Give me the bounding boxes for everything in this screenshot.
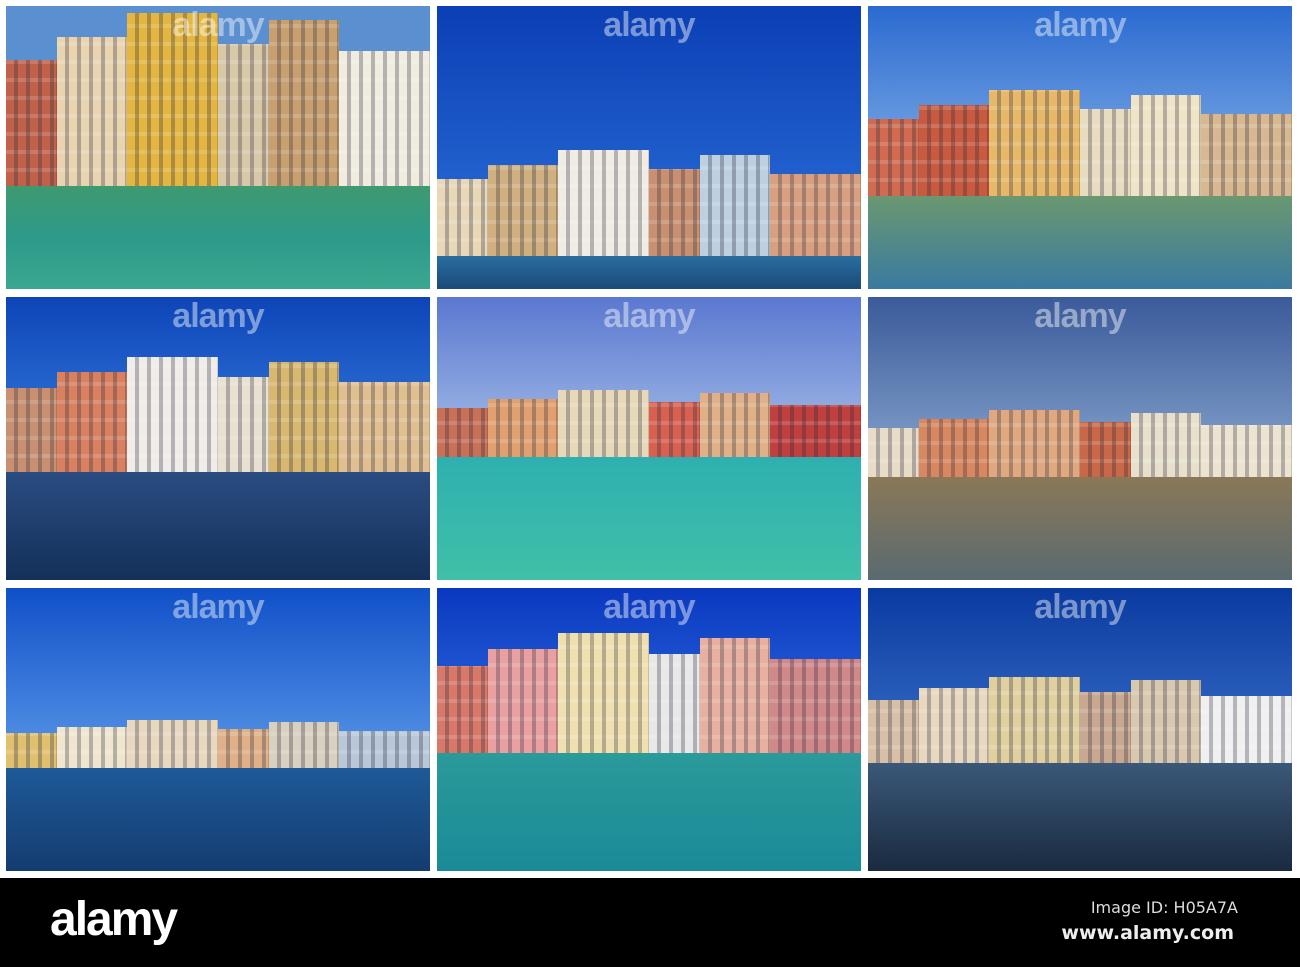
building (770, 659, 861, 753)
buildings (6, 718, 430, 768)
building (6, 60, 57, 186)
venice-photo-8: alamy (437, 588, 861, 871)
building (699, 638, 771, 753)
watermark: alamy (172, 6, 264, 44)
building (487, 164, 559, 256)
building (989, 676, 1081, 763)
canal-water (6, 768, 430, 871)
canal-water (868, 196, 1292, 289)
building (649, 654, 700, 753)
building (6, 733, 57, 768)
venice-photo-9: alamy (868, 588, 1292, 871)
building (437, 179, 488, 256)
buildings (437, 387, 861, 457)
venice-photo-2: alamy (437, 6, 861, 289)
building (437, 408, 488, 457)
building (868, 700, 919, 763)
building (558, 633, 650, 753)
building (1080, 691, 1131, 763)
watermark: alamy (1034, 6, 1126, 44)
building (868, 428, 919, 477)
venice-photo-4: alamy (6, 297, 430, 580)
building (6, 388, 57, 472)
building (1080, 109, 1131, 196)
canal-water (437, 256, 861, 289)
venice-photo-7: alamy (6, 588, 430, 871)
footer-bar: alamy Image ID: H05A7A www.alamy.com (0, 878, 1300, 967)
building (989, 90, 1081, 196)
alamy-logo: alamy (50, 893, 178, 946)
building (918, 688, 990, 763)
building (918, 104, 990, 196)
building (339, 382, 430, 472)
building (649, 169, 700, 256)
venice-photo-3: alamy (868, 6, 1292, 289)
site-url: www.alamy.com (1061, 922, 1234, 944)
building (770, 404, 861, 457)
building (558, 389, 650, 457)
building (218, 43, 269, 186)
building (1130, 412, 1202, 477)
building (437, 665, 488, 753)
buildings (868, 673, 1292, 763)
canal-water (868, 477, 1292, 580)
building (487, 398, 559, 457)
building (1080, 421, 1131, 477)
watermark: alamy (172, 588, 264, 626)
building (918, 418, 990, 477)
building (868, 119, 919, 196)
building (699, 154, 771, 256)
buildings (868, 86, 1292, 196)
watermark: alamy (603, 588, 695, 626)
buildings (437, 146, 861, 256)
building (699, 392, 771, 457)
buildings (6, 352, 430, 472)
building (339, 730, 430, 768)
building (649, 401, 700, 457)
building (127, 720, 219, 768)
buildings (437, 628, 861, 753)
building (1130, 94, 1202, 196)
building (56, 372, 128, 472)
venice-photo-6: alamy (868, 297, 1292, 580)
building (127, 356, 219, 472)
building (558, 150, 650, 256)
image-id: Image ID: H05A7A (1090, 898, 1238, 917)
watermark: alamy (603, 297, 695, 335)
canal-water (6, 472, 430, 580)
building (268, 722, 340, 768)
building (56, 726, 128, 768)
building (1130, 680, 1202, 763)
canal-water (437, 457, 861, 580)
building (218, 377, 269, 472)
venice-photo-1: alamy (6, 6, 430, 289)
building (487, 649, 559, 753)
watermark: alamy (1034, 297, 1126, 335)
building (268, 361, 340, 472)
canal-water (6, 186, 430, 289)
building (1201, 424, 1292, 477)
canal-water (868, 763, 1292, 871)
canal-water (437, 753, 861, 871)
building (1201, 695, 1292, 763)
building (268, 20, 340, 186)
building (1201, 113, 1292, 196)
building (218, 728, 269, 768)
venice-photo-5: alamy (437, 297, 861, 580)
watermark: alamy (603, 6, 695, 44)
building (56, 36, 128, 186)
watermark: alamy (172, 297, 264, 335)
building (770, 173, 861, 256)
building (339, 51, 430, 186)
buildings (868, 407, 1292, 477)
watermark: alamy (1034, 588, 1126, 626)
building (989, 409, 1081, 477)
